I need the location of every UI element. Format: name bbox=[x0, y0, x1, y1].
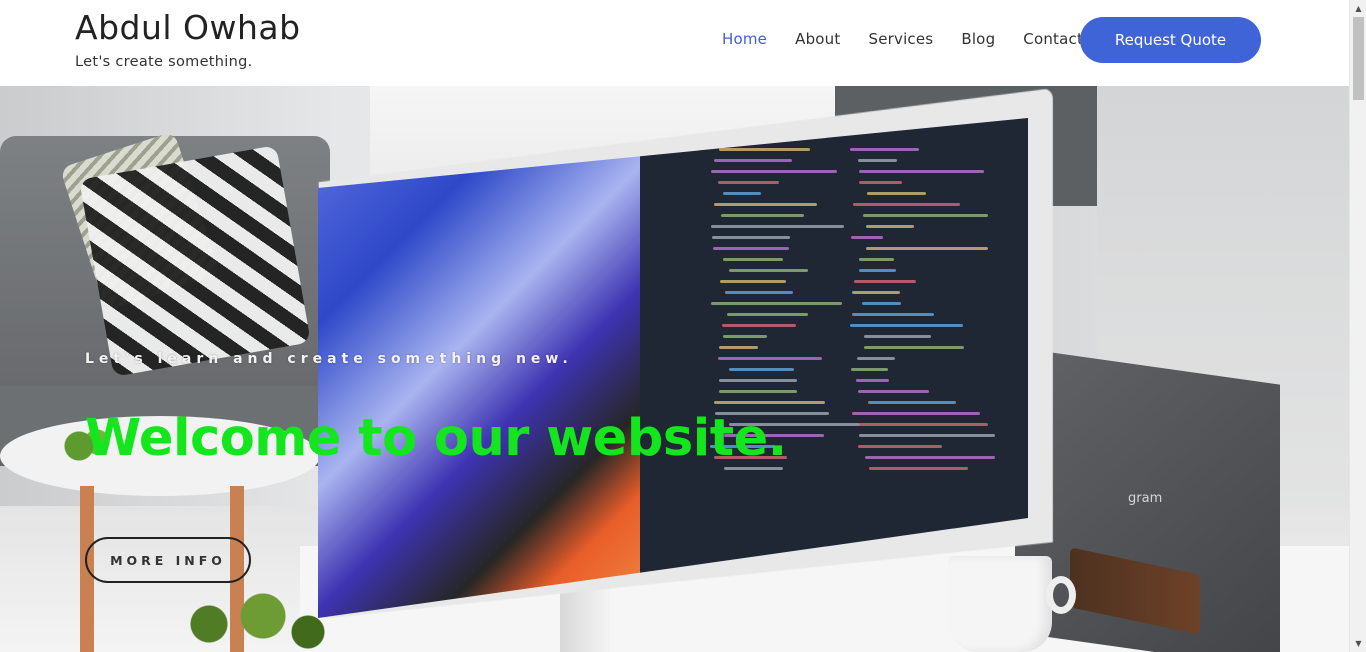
scroll-up-arrow-icon[interactable]: ▲ bbox=[1350, 0, 1366, 17]
scroll-thumb[interactable] bbox=[1353, 17, 1364, 100]
brand-name[interactable]: Abdul Owhab bbox=[75, 8, 301, 48]
nav-item-services[interactable]: Services bbox=[868, 30, 933, 48]
brand-tagline: Let's create something. bbox=[75, 54, 301, 70]
main-nav: Home About Services Blog Contact bbox=[722, 30, 1111, 48]
scroll-down-arrow-icon[interactable]: ▼ bbox=[1350, 635, 1366, 652]
nav-item-contact[interactable]: Contact bbox=[1023, 30, 1083, 48]
page: Abdul Owhab Let's create something. Home… bbox=[0, 0, 1349, 652]
page-scrollbar[interactable]: ▲ ▼ bbox=[1349, 0, 1366, 652]
brand[interactable]: Abdul Owhab Let's create something. bbox=[75, 8, 301, 70]
nav-item-about[interactable]: About bbox=[795, 30, 840, 48]
site-header: Abdul Owhab Let's create something. Home… bbox=[0, 0, 1349, 86]
hero-section: gram Let's learn and create something ne… bbox=[0, 86, 1349, 652]
nav-item-home[interactable]: Home bbox=[722, 30, 767, 48]
more-info-button[interactable]: MORE INFO bbox=[85, 537, 251, 583]
hero-title: Welcome to our website. bbox=[85, 409, 787, 468]
request-quote-button[interactable]: Request Quote bbox=[1080, 17, 1261, 63]
nav-item-blog[interactable]: Blog bbox=[961, 30, 995, 48]
hero-subtitle: Let's learn and create something new. bbox=[85, 351, 573, 367]
